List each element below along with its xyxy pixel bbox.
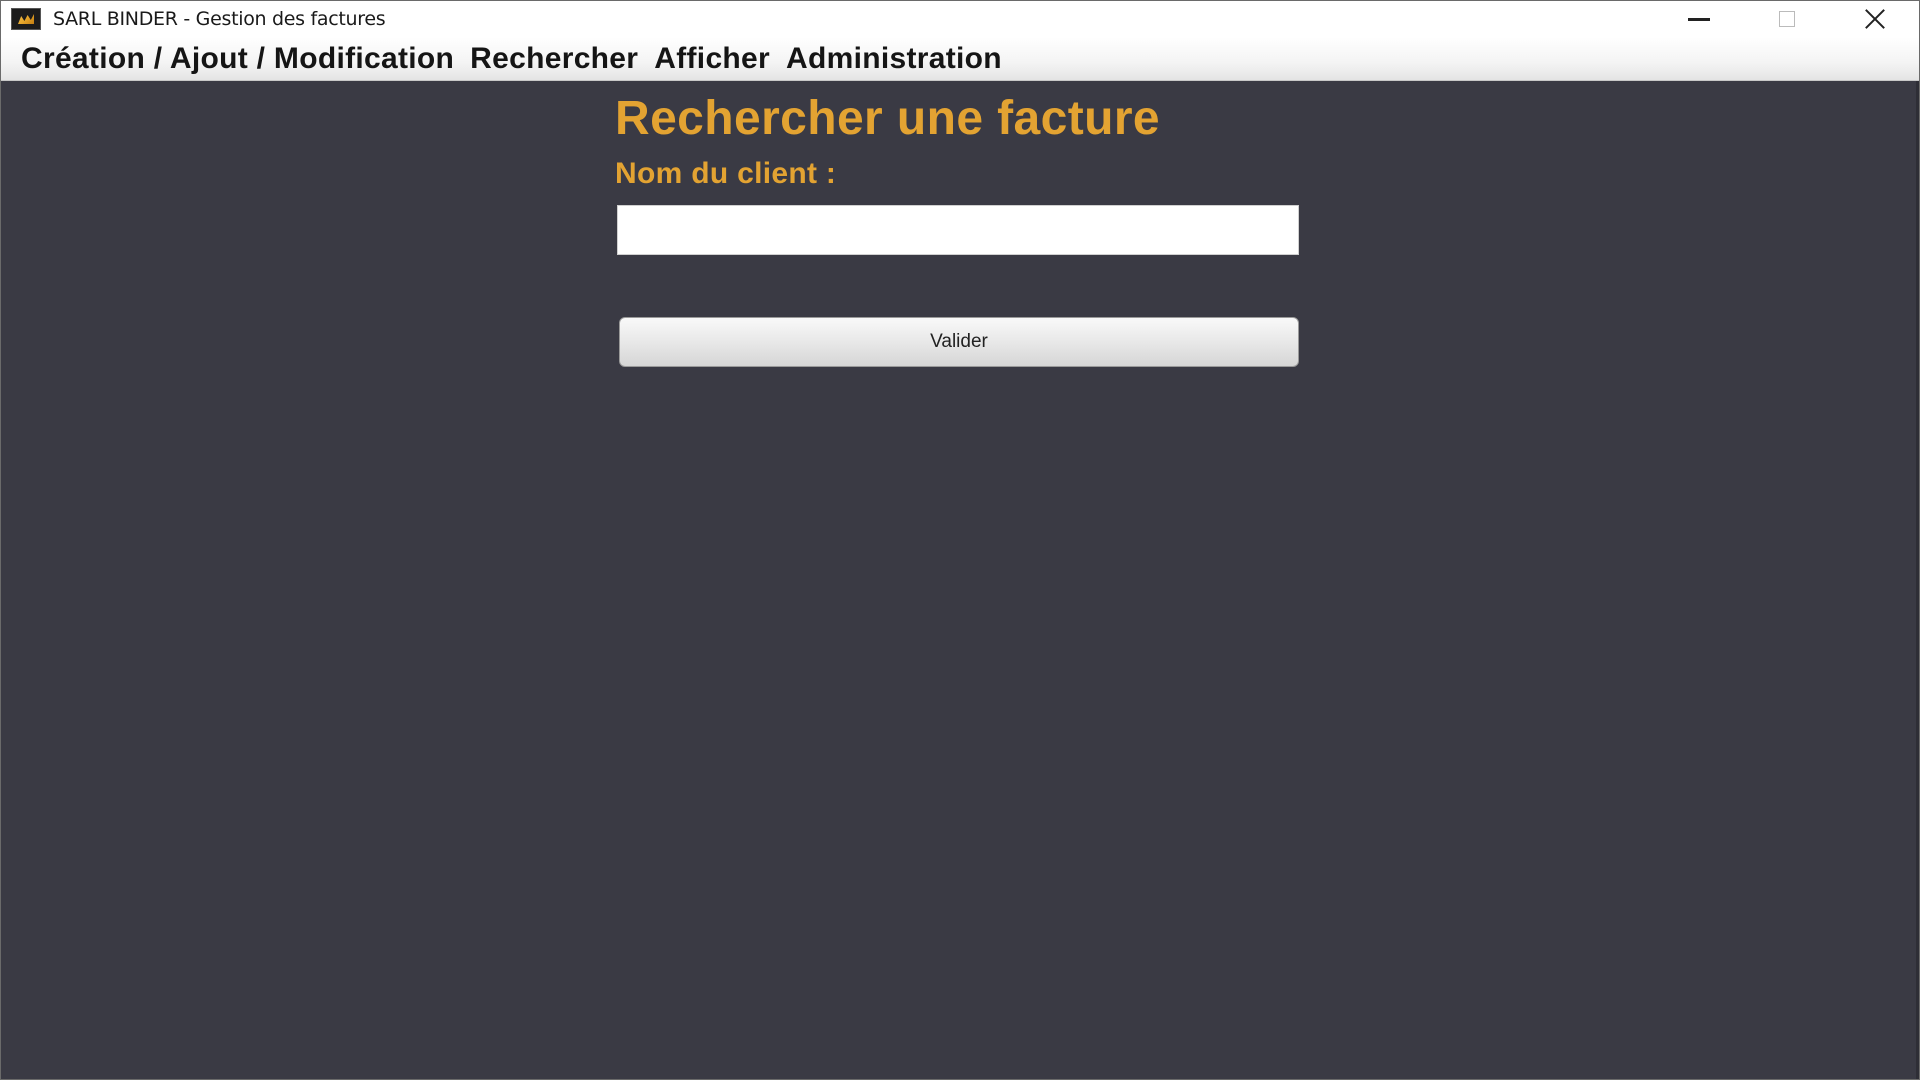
window-right-edge	[1916, 81, 1919, 1079]
maximize-icon	[1779, 11, 1795, 27]
menu-administration[interactable]: Administration	[786, 42, 1002, 76]
close-button[interactable]	[1831, 1, 1919, 37]
maximize-button[interactable]	[1743, 1, 1831, 37]
minimize-icon	[1688, 17, 1710, 21]
close-icon	[1864, 8, 1886, 30]
title-bar[interactable]: SARL BINDER - Gestion des factures	[1, 1, 1919, 37]
menu-creation-ajout-modification[interactable]: Création / Ajout / Modification	[21, 42, 454, 76]
app-logo-mark	[18, 14, 34, 24]
client-name-input[interactable]	[617, 205, 1299, 255]
page-title: Rechercher une facture	[615, 92, 1161, 145]
app-window: SARL BINDER - Gestion des factures Créat…	[0, 0, 1920, 1080]
menu-rechercher[interactable]: Rechercher	[470, 42, 638, 76]
validate-button[interactable]: Valider	[619, 317, 1299, 367]
minimize-button[interactable]	[1655, 1, 1743, 37]
window-title: SARL BINDER - Gestion des factures	[53, 8, 386, 30]
menu-afficher[interactable]: Afficher	[654, 42, 770, 76]
app-logo-icon	[11, 8, 41, 30]
client-name-label: Nom du client :	[615, 157, 837, 190]
menu-bar: Création / Ajout / Modification Recherch…	[1, 37, 1919, 81]
window-controls	[1655, 1, 1919, 37]
main-content: Rechercher une facture Nom du client : V…	[1, 81, 1919, 1079]
